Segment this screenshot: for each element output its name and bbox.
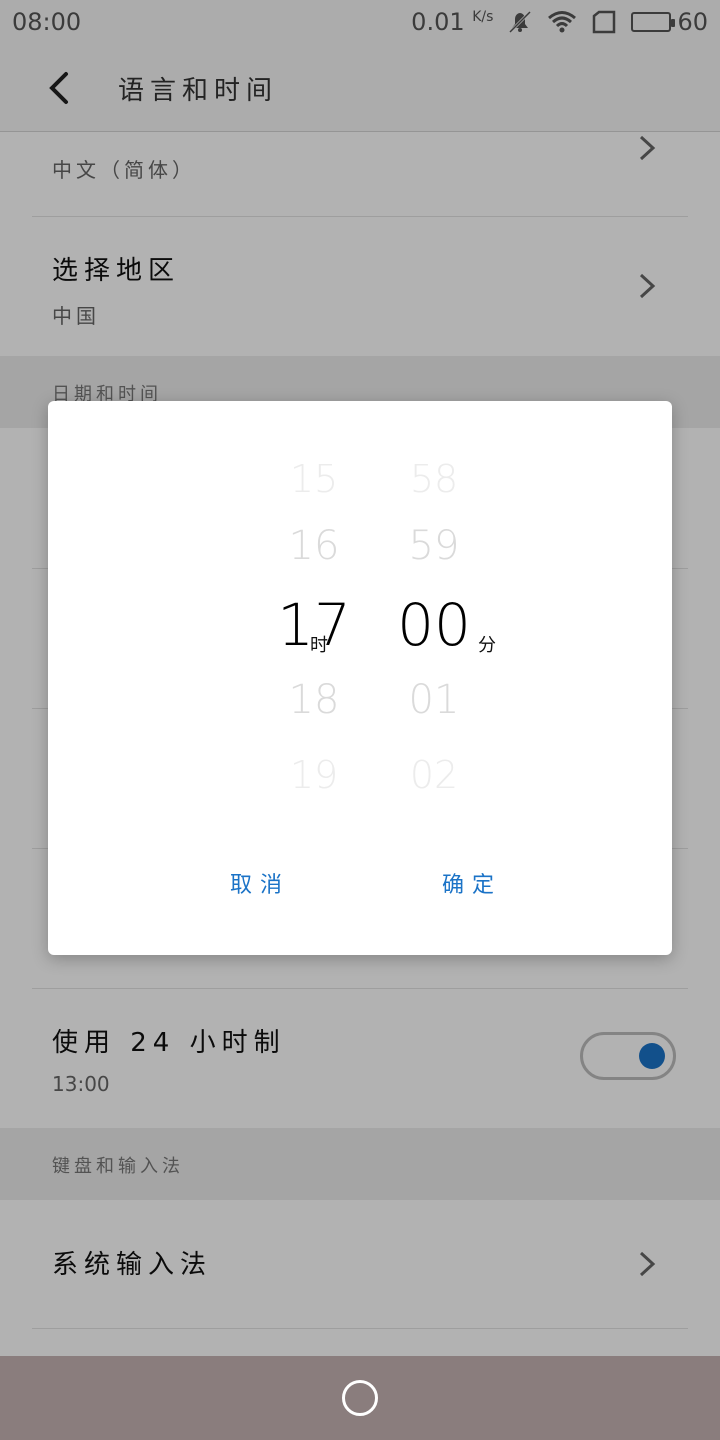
confirm-button[interactable]: 确定	[442, 867, 502, 899]
hour-option[interactable]: 18	[254, 677, 374, 723]
minute-wheel[interactable]: 58 59 00 01 02	[374, 401, 494, 821]
time-picker-dialog: 15 16 17 18 19 时 58 59 00 01 02 分 取消 确定	[48, 401, 672, 955]
navigation-bar	[0, 1356, 720, 1440]
hour-wheel[interactable]: 15 16 17 18 19	[254, 401, 374, 821]
minute-option[interactable]: 58	[374, 457, 494, 501]
minute-option[interactable]: 01	[374, 677, 494, 723]
minute-option[interactable]: 59	[374, 523, 494, 569]
cancel-button[interactable]: 取消	[230, 867, 290, 899]
hour-option[interactable]: 16	[254, 523, 374, 569]
minute-selected[interactable]: 00	[374, 591, 494, 659]
hour-option[interactable]: 15	[254, 457, 374, 501]
hour-unit-label: 时	[310, 635, 328, 656]
hour-option[interactable]: 19	[254, 753, 374, 797]
minute-option[interactable]: 02	[374, 753, 494, 797]
minute-unit-label: 分	[478, 635, 496, 656]
home-button-icon[interactable]	[342, 1380, 378, 1416]
